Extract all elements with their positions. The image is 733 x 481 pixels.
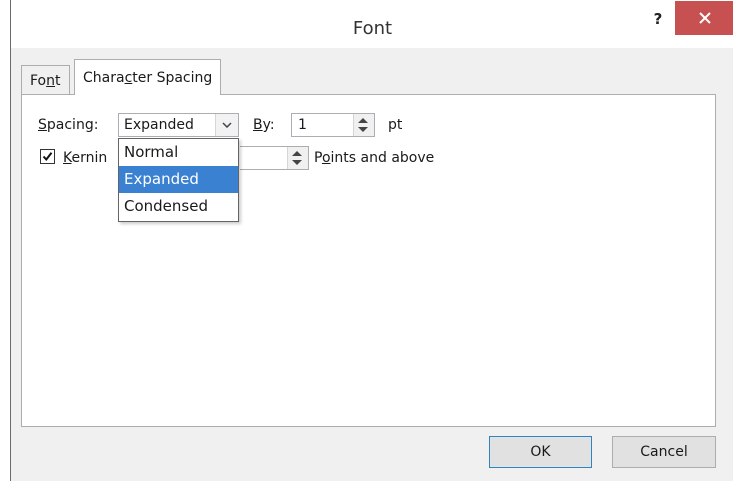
kerning-checkbox[interactable] [40,149,55,164]
by-spinner[interactable]: 1 [291,113,375,137]
by-unit: pt [388,117,403,133]
spacing-option-expanded[interactable]: Expanded [119,166,238,193]
close-icon [698,12,711,24]
kerning-label: Kernin [63,150,108,166]
spacing-option-normal[interactable]: Normal [119,139,238,166]
by-label: By: [253,117,275,133]
spin-down-icon[interactable] [292,160,302,165]
spacing-select[interactable]: Expanded [118,113,239,137]
checkmark-icon [42,152,53,162]
tab-font[interactable]: Font [21,65,70,95]
kerning-spinner[interactable] [240,146,309,170]
tab-character-spacing[interactable]: Character Spacing [74,59,222,95]
tab-font-label: Font [30,72,61,89]
by-spinner-arrows[interactable] [353,114,374,136]
spin-up-icon[interactable] [292,151,302,156]
tab-character-spacing-label: Character Spacing [83,69,213,86]
cancel-button[interactable]: Cancel [612,436,716,468]
spacing-dropdown-list: Normal Expanded Condensed [118,138,239,222]
kerning-suffix-label: Points and above [314,150,435,166]
ok-button[interactable]: OK [489,436,592,468]
spin-down-icon[interactable] [358,127,368,132]
spacing-label: Spacing: [38,117,99,133]
spacing-option-condensed[interactable]: Condensed [119,193,238,220]
title-bar: Font ? [11,0,733,48]
spacing-select-value: Expanded [124,117,194,133]
by-value: 1 [298,117,307,133]
chevron-down-icon[interactable] [215,114,238,136]
kerning-spinner-arrows[interactable] [287,147,308,169]
spin-up-icon[interactable] [358,118,368,123]
help-button[interactable]: ? [651,10,665,28]
dialog-title: Font [352,18,393,39]
close-button[interactable] [675,1,733,35]
